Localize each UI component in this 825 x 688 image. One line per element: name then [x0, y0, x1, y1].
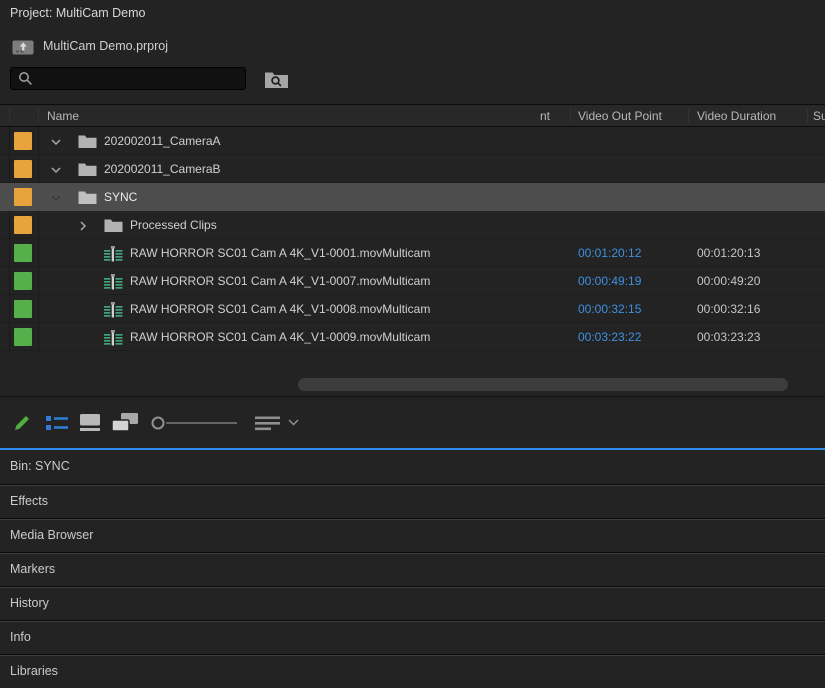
search-box[interactable]	[10, 67, 246, 90]
panel-tab-bin-sync[interactable]: Bin: SYNC	[0, 450, 825, 484]
label-column-divider	[38, 127, 39, 351]
horizontal-scrollbar[interactable]	[0, 378, 825, 391]
panel-tab-libraries[interactable]: Libraries	[0, 654, 825, 688]
chevron-down-icon[interactable]	[50, 192, 62, 204]
video-duration-value: 00:00:32:16	[697, 295, 760, 323]
column-divider[interactable]	[807, 108, 808, 123]
label-color-chip[interactable]	[14, 188, 32, 206]
table-row-bin-sync[interactable]: SYNC	[0, 183, 825, 211]
folder-icon	[78, 162, 97, 177]
row-name: RAW HORROR SC01 Cam A 4K_V1-0001.movMult…	[130, 239, 430, 267]
project-root-item[interactable]: MultiCam Demo.prproj	[0, 33, 825, 59]
video-out-point-value[interactable]: 00:03:23:22	[578, 323, 641, 351]
icon-view-icon	[80, 414, 100, 431]
project-icon	[12, 38, 34, 55]
table-row-multicam-clip[interactable]: RAW HORROR SC01 Cam A 4K_V1-0009.movMult…	[0, 323, 825, 351]
zoom-slider[interactable]	[150, 397, 240, 448]
column-divider	[38, 108, 39, 123]
table-row-bin-processed-clips[interactable]: Processed Clips	[0, 211, 825, 239]
chevron-right-icon[interactable]	[77, 220, 89, 232]
list-view-button[interactable]	[46, 397, 68, 448]
table-body: 202002011_CameraA 202002011_CameraB SYNC	[0, 127, 825, 351]
multicam-clip-icon	[104, 274, 123, 289]
row-name: RAW HORROR SC01 Cam A 4K_V1-0009.movMult…	[130, 323, 430, 351]
search-icon	[18, 71, 33, 86]
panel-tab-info[interactable]: Info	[0, 620, 825, 654]
label-column-divider	[9, 127, 10, 351]
video-out-point-value[interactable]: 00:00:32:15	[578, 295, 641, 323]
table-header: Name nt Video Out Point Video Duration S…	[0, 104, 825, 127]
freeform-view-icon	[112, 413, 139, 432]
label-color-chip[interactable]	[14, 300, 32, 318]
column-header-subclip-clipped[interactable]: Su	[813, 105, 825, 127]
sort-options-chevron-button[interactable]	[288, 397, 299, 448]
column-header-video-duration[interactable]: Video Duration	[697, 105, 776, 127]
row-name: 202002011_CameraA	[104, 127, 221, 155]
label-color-chip[interactable]	[14, 132, 32, 150]
video-duration-value: 00:00:49:20	[697, 267, 760, 295]
panel-tab-media-browser[interactable]: Media Browser	[0, 518, 825, 552]
row-name: RAW HORROR SC01 Cam A 4K_V1-0007.movMult…	[130, 267, 430, 295]
table-row-multicam-clip[interactable]: RAW HORROR SC01 Cam A 4K_V1-0001.movMult…	[0, 239, 825, 267]
row-name: 202002011_CameraB	[104, 155, 221, 183]
horizontal-scrollbar-thumb[interactable]	[298, 378, 788, 391]
label-color-chip[interactable]	[14, 244, 32, 262]
panel-tab-effects[interactable]: Effects	[0, 484, 825, 518]
chevron-down-icon[interactable]	[50, 136, 62, 148]
table-row-bin-camerab[interactable]: 202002011_CameraB	[0, 155, 825, 183]
video-out-point-value[interactable]: 00:00:49:19	[578, 267, 641, 295]
project-writable-pencil-icon[interactable]	[12, 397, 32, 448]
column-header-name[interactable]: Name	[47, 105, 79, 127]
new-search-bin-button[interactable]	[263, 69, 289, 90]
table-row-multicam-clip[interactable]: RAW HORROR SC01 Cam A 4K_V1-0008.movMult…	[0, 295, 825, 323]
label-color-chip[interactable]	[14, 216, 32, 234]
column-header-in-point-clipped[interactable]: nt	[540, 105, 550, 127]
icon-view-button[interactable]	[80, 397, 100, 448]
search-input[interactable]	[33, 68, 245, 89]
list-view-icon	[46, 415, 68, 431]
row-name: SYNC	[104, 183, 137, 211]
video-duration-value: 00:03:23:23	[697, 323, 760, 351]
table-row-bin-cameraa[interactable]: 202002011_CameraA	[0, 127, 825, 155]
video-duration-value: 00:01:20:13	[697, 239, 760, 267]
panel-title: Project: MultiCam Demo	[0, 0, 825, 26]
panel-tab-markers[interactable]: Markers	[0, 552, 825, 586]
search-row	[0, 62, 825, 98]
chevron-down-icon	[288, 419, 299, 426]
multicam-clip-icon	[104, 330, 123, 345]
row-name: Processed Clips	[130, 211, 217, 239]
column-divider[interactable]	[688, 108, 689, 123]
table-row-multicam-clip[interactable]: RAW HORROR SC01 Cam A 4K_V1-0007.movMult…	[0, 267, 825, 295]
folder-icon	[78, 134, 97, 149]
multicam-clip-icon	[104, 302, 123, 317]
row-name: RAW HORROR SC01 Cam A 4K_V1-0008.movMult…	[130, 295, 430, 323]
folder-icon	[78, 190, 97, 205]
column-divider[interactable]	[570, 108, 571, 123]
project-file-name: MultiCam Demo.prproj	[43, 39, 168, 53]
chevron-down-icon[interactable]	[50, 164, 62, 176]
stacked-panel-tabs: Bin: SYNC Effects Media Browser Markers …	[0, 450, 825, 688]
label-color-chip[interactable]	[14, 328, 32, 346]
label-color-chip[interactable]	[14, 272, 32, 290]
panel-tab-history[interactable]: History	[0, 586, 825, 620]
search-bin-icon	[264, 69, 289, 89]
project-panel: Project: MultiCam Demo MultiCam Demo.prp…	[0, 0, 825, 688]
column-divider	[9, 108, 10, 123]
folder-icon	[104, 218, 123, 233]
label-color-chip[interactable]	[14, 160, 32, 178]
sort-options-button[interactable]	[255, 397, 282, 448]
freeform-view-button[interactable]	[112, 397, 139, 448]
column-header-video-out-point[interactable]: Video Out Point	[578, 105, 662, 127]
project-panel-toolbar	[0, 397, 825, 448]
sort-icon	[255, 414, 282, 432]
video-out-point-value[interactable]: 00:01:20:12	[578, 239, 641, 267]
multicam-clip-icon	[104, 246, 123, 261]
